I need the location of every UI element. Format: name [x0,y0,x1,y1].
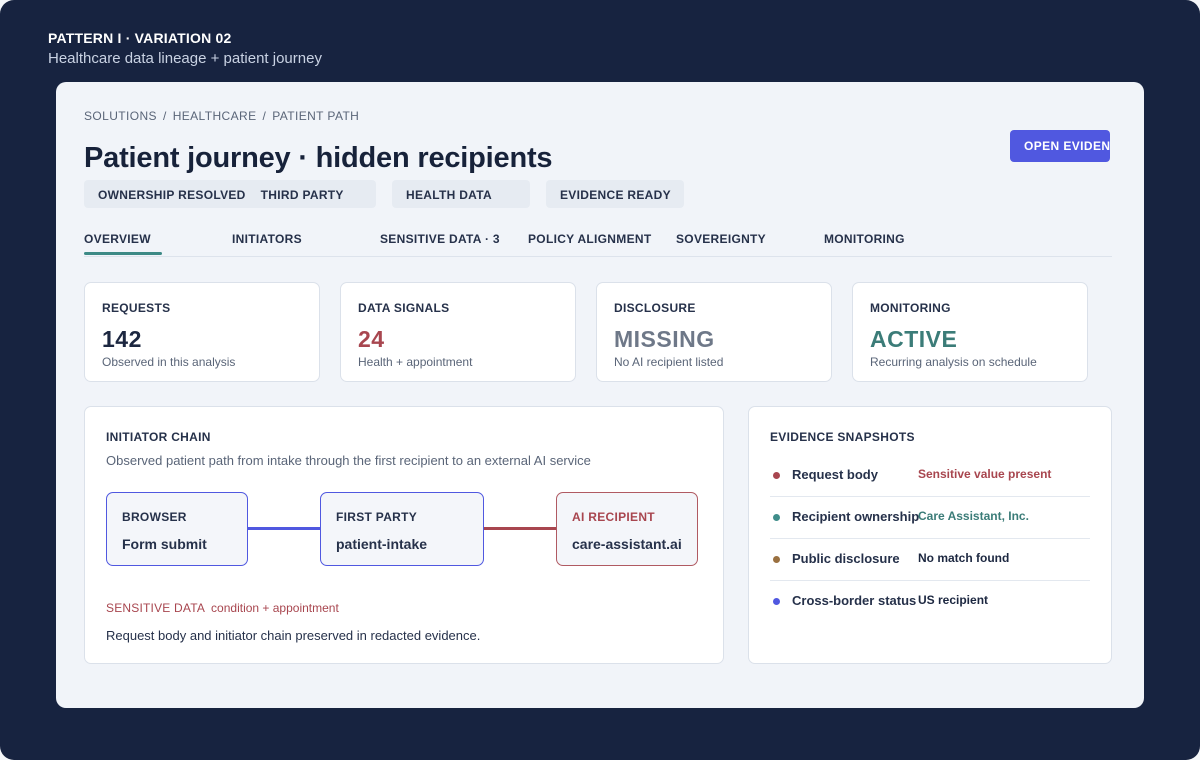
breadcrumb-separator: / [162,109,167,123]
tab-policy-alignment[interactable]: POLICY ALIGNMENT [528,232,651,247]
evidence-row-cross-border-status[interactable]: Cross-border status US recipient [770,581,1090,623]
pattern-title: PATTERN I · VARIATION 02 [48,30,232,46]
page-title: Patient journey · hidden recipients [84,142,553,174]
tab-bar: OVERVIEW INITIATORS SENSITIVE DATA · 3 P… [84,232,1112,257]
sensitive-data-label: SENSITIVE DATA [106,601,206,615]
evidence-value: No match found [918,551,1010,565]
evidence-row-request-body[interactable]: Request body Sensitive value present [770,455,1090,497]
evidence-row-public-disclosure[interactable]: Public disclosure No match found [770,539,1090,581]
stat-label: MONITORING [870,301,951,315]
chain-node-browser[interactable]: BROWSER Form submit [106,492,248,566]
evidence-label: Request body [792,467,878,482]
app-frame: PATTERN I · VARIATION 02 Healthcare data… [0,0,1200,760]
evidence-label: Public disclosure [792,551,900,566]
stat-card-disclosure: DISCLOSURE MISSING No AI recipient liste… [596,282,832,382]
tag-label: THIRD PARTY [260,188,344,202]
evidence-value: Sensitive value present [918,467,1052,481]
status-dot-icon [773,514,780,521]
tag-ownership-resolved: OWNERSHIP RESOLVED THIRD PARTY [84,180,376,208]
evidence-label: Cross-border status [792,593,917,608]
connector-first-party-ai-recipient [483,527,557,530]
stat-card-data-signals: DATA SIGNALS 24 Health + appointment [340,282,576,382]
status-dot-icon [773,598,780,605]
evidence-label: Recipient ownership [792,509,920,524]
breadcrumb-separator: / [262,109,267,123]
stat-value: 142 [102,326,142,352]
breadcrumb-solutions[interactable]: SOLUTIONS [84,109,157,123]
stat-description: Recurring analysis on schedule [870,355,1037,369]
sensitive-data-detail: condition + appointment [211,601,339,615]
tab-sensitive-data[interactable]: SENSITIVE DATA · 3 [380,232,500,247]
connector-browser-first-party [247,527,321,530]
node-value: care-assistant.ai [572,536,682,552]
node-value: Form submit [122,536,207,552]
evidence-value: Care Assistant, Inc. [918,509,1029,523]
stat-value: MISSING [614,326,715,352]
sensitive-data-line: SENSITIVE DATA condition + appointment [106,601,339,615]
breadcrumb: SOLUTIONS / HEALTHCARE / PATIENT PATH [84,109,359,123]
initiator-chain-note: Request body and initiator chain preserv… [106,628,481,643]
stat-label: DISCLOSURE [614,301,696,315]
initiator-chain-description: Observed patient path from intake throug… [106,453,591,468]
tag-health-data: HEALTH DATA [392,180,530,208]
stat-card-requests: REQUESTS 142 Observed in this analysis [84,282,320,382]
evidence-value: US recipient [918,593,989,607]
evidence-snapshots-title: EVIDENCE SNAPSHOTS [770,430,915,444]
status-dot-icon [773,556,780,563]
node-label: BROWSER [122,510,187,524]
status-dot-icon [773,472,780,479]
main-panel: SOLUTIONS / HEALTHCARE / PATIENT PATH Patien… [56,82,1144,708]
breadcrumb-patient-path: PATIENT PATH [272,109,360,123]
chain-node-first-party[interactable]: FIRST PARTY patient-intake [320,492,484,566]
tab-monitoring[interactable]: MONITORING [824,232,905,247]
stat-label: DATA SIGNALS [358,301,450,315]
stat-value: ACTIVE [870,326,958,352]
stat-description: Observed in this analysis [102,355,236,369]
tag-evidence-ready: EVIDENCE READY [546,180,684,208]
pattern-subtitle: Healthcare data lineage + patient journe… [48,50,322,67]
evidence-snapshots-card: EVIDENCE SNAPSHOTS Request body Sensitiv… [748,406,1112,664]
initiator-chain-card: INITIATOR CHAIN Observed patient path fr… [84,406,724,664]
breadcrumb-healthcare[interactable]: HEALTHCARE [173,109,257,123]
node-label: AI RECIPIENT [572,510,655,524]
node-label: FIRST PARTY [336,510,418,524]
stat-card-monitoring: MONITORING ACTIVE Recurring analysis on … [852,282,1088,382]
stat-description: Health + appointment [358,355,473,369]
tab-sovereignty[interactable]: SOVEREIGNTY [676,232,766,247]
evidence-row-recipient-ownership[interactable]: Recipient ownership Care Assistant, Inc. [770,497,1090,539]
open-evidence-button[interactable]: OPEN EVIDENCE [1010,130,1110,162]
stat-description: No AI recipient listed [614,355,724,369]
tab-initiators[interactable]: INITIATORS [232,232,302,247]
tab-overview[interactable]: OVERVIEW [84,232,162,255]
initiator-chain-title: INITIATOR CHAIN [106,430,211,444]
stat-label: REQUESTS [102,301,171,315]
stat-value: 24 [358,326,385,352]
tag-label: OWNERSHIP RESOLVED [98,188,246,202]
node-value: patient-intake [336,536,428,552]
chain-node-ai-recipient[interactable]: AI RECIPIENT care-assistant.ai [556,492,698,566]
